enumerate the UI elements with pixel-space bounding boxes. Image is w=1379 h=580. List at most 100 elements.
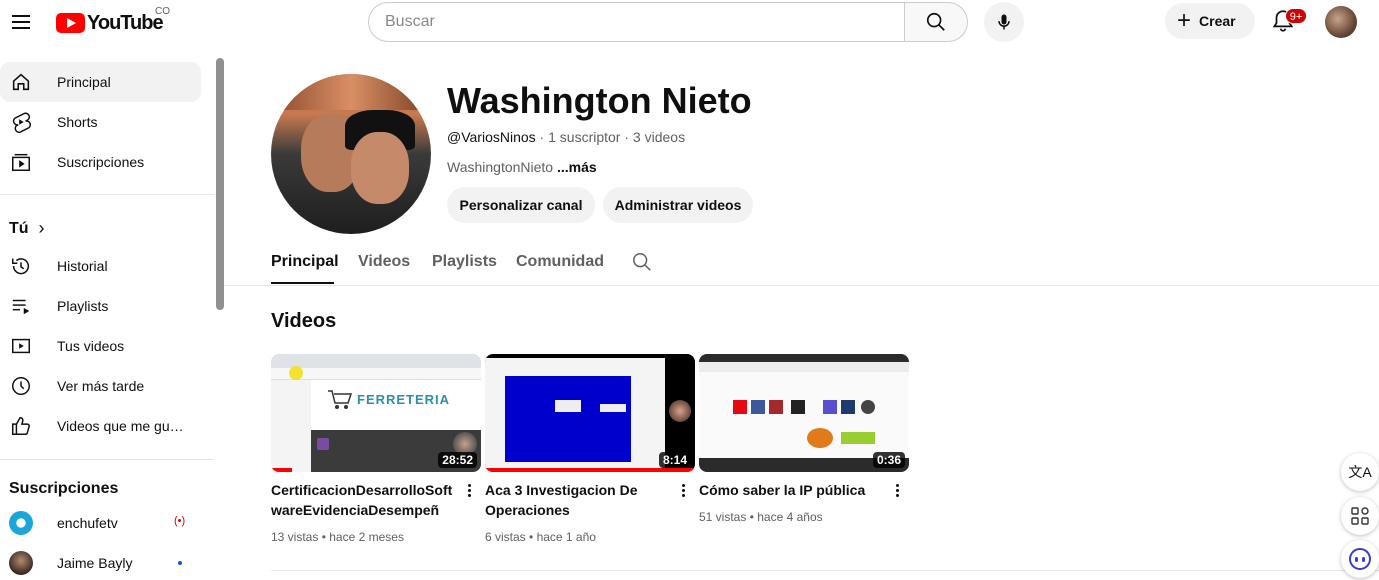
tab-videos[interactable]: Videos — [358, 253, 410, 271]
video-meta: 13 vistas • hace 2 meses — [271, 530, 404, 544]
sidebar-item-label: Suscripciones — [57, 154, 145, 170]
sidebar-item-label: Tus videos — [57, 338, 125, 354]
your-videos-icon — [9, 334, 33, 358]
tab-comunidad[interactable]: Comunidad — [516, 253, 604, 271]
menu-icon[interactable] — [10, 10, 34, 34]
playlists-icon — [9, 294, 33, 318]
video-thumbnail[interactable]: 0:36 — [699, 354, 909, 472]
translate-icon: 文A — [1348, 464, 1372, 480]
manage-videos-button[interactable]: Administrar videos — [603, 187, 753, 223]
more-actions-icon[interactable] — [677, 482, 689, 502]
video-duration: 0:36 — [872, 452, 905, 468]
search-icon — [926, 12, 945, 31]
tab-playlists[interactable]: Playlists — [432, 253, 497, 271]
video-meta: 51 vistas • hace 4 años — [699, 510, 823, 524]
sidebar-item-label: Videos que me gus… — [57, 418, 187, 434]
video-card[interactable]: FERRETERIA 28:52 CertificacionDesarrollo… — [271, 354, 481, 544]
channel-search-icon[interactable] — [631, 251, 653, 273]
sidebar-subscriptions-heading: Suscripciones — [9, 480, 119, 497]
customize-channel-button[interactable]: Personalizar canal — [447, 187, 595, 223]
sidebar-item-watch-later[interactable]: Ver más tarde — [0, 366, 201, 406]
subscription-name: Jaime Bayly — [57, 555, 133, 571]
video-duration: 8:14 — [658, 452, 691, 468]
cart-icon — [328, 390, 353, 409]
sidebar-item-playlists[interactable]: Playlists — [0, 286, 201, 326]
tabs-divider — [224, 285, 1379, 286]
plus-icon: + — [1177, 7, 1192, 34]
voice-search-button[interactable] — [984, 2, 1024, 42]
search-button[interactable] — [904, 2, 968, 42]
new-content-dot — [178, 561, 182, 565]
video-title[interactable]: Cómo saber la IP pública — [699, 480, 887, 500]
user-avatar[interactable] — [1325, 6, 1357, 38]
sidebar-item-liked-videos[interactable]: Videos que me gus… — [0, 406, 201, 446]
sidebar-item-subscriptions[interactable]: Suscripciones — [0, 142, 201, 182]
translate-button[interactable]: 文A — [1341, 453, 1379, 491]
sidebar-subscription-enchufetv[interactable]: enchufetv (•) — [0, 503, 201, 543]
active-tab-underline — [271, 282, 334, 284]
video-age: hace 4 años — [757, 510, 823, 524]
view-count: 13 vistas — [271, 530, 319, 544]
assistant-bot-icon — [1349, 548, 1371, 570]
sidebar-item-history[interactable]: Historial — [0, 246, 201, 286]
youtube-logo[interactable]: YouTube CO — [56, 6, 170, 34]
assistant-button[interactable] — [1341, 540, 1379, 578]
you-heading-label: Tú — [9, 219, 29, 237]
more-actions-icon[interactable] — [891, 482, 903, 502]
live-indicator-icon: (•) — [174, 515, 186, 527]
search-placeholder: Buscar — [385, 13, 435, 30]
video-thumbnail[interactable]: FERRETERIA 28:52 — [271, 354, 481, 472]
section-divider — [271, 570, 1379, 571]
sidebar-scrollbar[interactable] — [216, 58, 224, 310]
create-button[interactable]: + Crear — [1165, 3, 1255, 39]
chevron-right-icon: › — [38, 218, 45, 238]
sidebar-item-your-videos[interactable]: Tus videos — [0, 326, 201, 366]
view-count: 51 vistas — [699, 510, 747, 524]
create-label: Crear — [1199, 13, 1236, 29]
sidebar-subscription-jaime-bayly[interactable]: Jaime Bayly — [0, 543, 201, 580]
sidebar-item-shorts[interactable]: Shorts — [0, 102, 201, 142]
search-input[interactable]: Buscar — [368, 2, 905, 42]
logo-text: YouTube — [87, 11, 164, 34]
video-card[interactable]: 0:36 Cómo saber la IP pública 51 vistas … — [699, 354, 909, 524]
video-age: hace 2 meses — [329, 530, 404, 544]
sidebar-item-label: Shorts — [57, 114, 98, 130]
shorts-icon — [9, 110, 33, 134]
watch-progress-bar — [271, 468, 292, 472]
thumbnail-caption: FERRETERIA — [357, 392, 451, 407]
video-age: hace 1 año — [536, 530, 596, 544]
sidebar-item-principal[interactable]: Principal — [0, 62, 201, 102]
channel-avatar[interactable] — [271, 74, 431, 234]
notification-badge: 9+ — [1285, 8, 1307, 24]
more-actions-icon[interactable] — [463, 482, 475, 502]
video-duration: 28:52 — [438, 452, 477, 468]
section-title: Videos — [271, 310, 337, 332]
channel-description[interactable]: WashingtonNieto ...más — [447, 159, 597, 175]
video-meta: 6 vistas • hace 1 año — [485, 530, 596, 544]
customize-label: Personalizar canal — [459, 197, 583, 213]
home-icon — [9, 70, 33, 94]
channel-handle: @VariosNinos — [447, 129, 536, 145]
video-count: 3 videos — [632, 129, 686, 145]
sidebar: Principal Shorts Suscripciones Tú › Hist… — [0, 56, 214, 580]
apps-grid-icon — [1351, 507, 1369, 525]
cursor-highlight-icon — [289, 366, 303, 380]
history-icon — [9, 254, 33, 278]
sidebar-item-label: Historial — [57, 258, 108, 274]
video-card[interactable]: 8:14 Aca 3 Investigacion De Operaciones … — [485, 354, 695, 544]
video-title[interactable]: Aca 3 Investigacion De Operaciones — [485, 480, 673, 520]
subscription-name: enchufetv — [57, 515, 118, 531]
video-title[interactable]: CertificacionDesarrolloSoftwareEvidencia… — [271, 480, 459, 520]
sidebar-you-heading[interactable]: Tú › — [9, 218, 45, 239]
tab-principal[interactable]: Principal — [271, 253, 339, 271]
youtube-play-icon — [56, 13, 85, 33]
watch-later-icon — [9, 374, 33, 398]
video-thumbnail[interactable]: 8:14 — [485, 354, 695, 472]
sidebar-divider — [0, 194, 214, 195]
sidebar-item-label: Playlists — [57, 298, 109, 314]
channel-meta: @VariosNinos · 1 suscriptor · 3 videos — [447, 129, 686, 145]
view-count: 6 vistas — [485, 530, 526, 544]
channel-avatar-enchufetv — [9, 511, 33, 535]
more-link[interactable]: ...más — [557, 159, 597, 175]
apps-button[interactable] — [1341, 497, 1379, 535]
